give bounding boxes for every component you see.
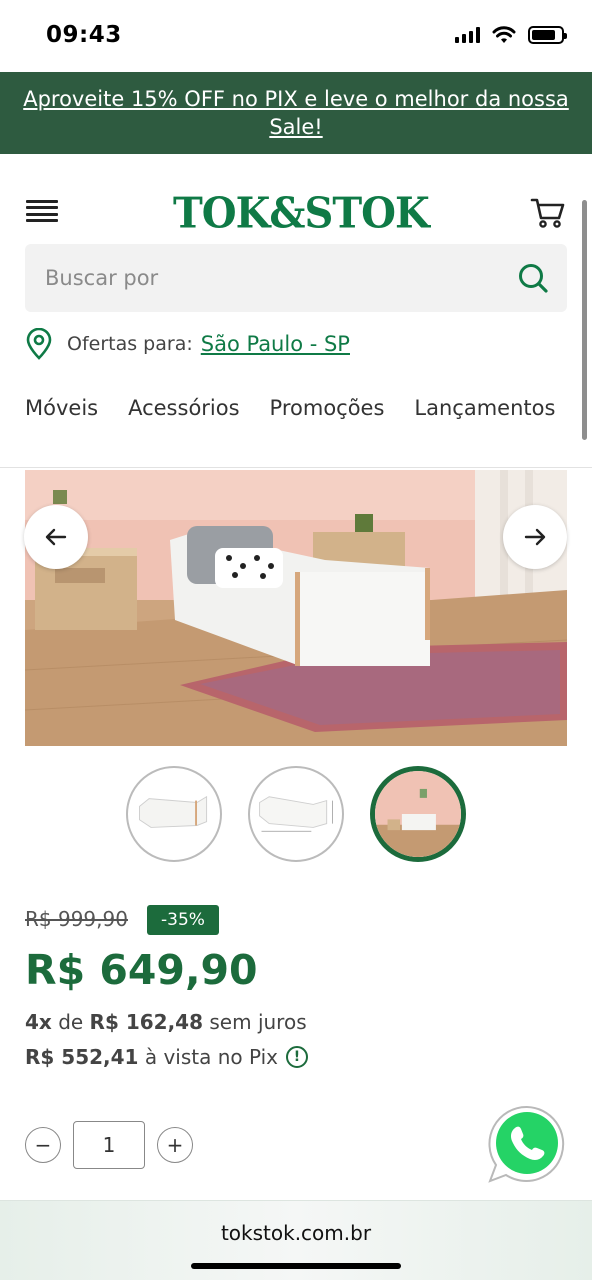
header-divider [0, 467, 592, 468]
home-indicator[interactable] [191, 1263, 401, 1269]
info-icon[interactable]: ! [286, 1046, 308, 1068]
installments-text: 4x de R$ 162,48 sem juros [25, 1010, 307, 1034]
nav-item-promocoes[interactable]: Promoções [270, 396, 385, 426]
decrease-quantity-button[interactable]: − [25, 1127, 61, 1163]
promo-banner[interactable]: Aproveite 15% OFF no PIX e leve o melhor… [0, 72, 592, 154]
discount-badge: -35% [147, 905, 219, 935]
arrow-left-icon [45, 528, 67, 546]
promo-link[interactable]: Aproveite 15% OFF no PIX e leve o melhor… [10, 85, 582, 141]
arrow-right-icon [524, 528, 546, 546]
installments-of: de [58, 1010, 84, 1034]
browser-address-bar: tokstok.com.br [0, 1200, 592, 1280]
thumbnail-1[interactable] [126, 766, 222, 862]
old-price: R$ 999,90 [25, 907, 128, 931]
quantity-stepper: − 1 + [25, 1121, 193, 1169]
gallery-next-button[interactable] [503, 505, 567, 569]
search-bar [25, 244, 567, 312]
nav-item-moveis[interactable]: Móveis [25, 396, 98, 426]
location-link[interactable]: São Paulo - SP [201, 332, 350, 356]
whatsapp-icon[interactable] [486, 1103, 568, 1185]
page-scrollbar[interactable] [582, 200, 587, 440]
location-label: Ofertas para: [67, 333, 193, 355]
installments-suffix: sem juros [209, 1010, 307, 1034]
installments-value: R$ 162,48 [89, 1010, 204, 1034]
tokstok-logo[interactable]: TOK&STOK [173, 189, 430, 238]
status-time: 09:43 [46, 22, 122, 48]
location-pin-icon [26, 328, 52, 360]
cart-icon[interactable] [530, 194, 566, 230]
cellular-signal-icon [455, 27, 480, 43]
quantity-input[interactable]: 1 [73, 1121, 145, 1169]
installments-count: 4x [25, 1010, 52, 1034]
url-text[interactable]: tokstok.com.br [0, 1221, 592, 1245]
nav-item-acessorios[interactable]: Acessórios [128, 396, 239, 426]
gallery-prev-button[interactable] [24, 505, 88, 569]
gallery-thumbnails [126, 766, 466, 862]
status-bar: 09:43 [0, 0, 592, 72]
category-nav: Móveis Acessórios Promoções Lançamentos [25, 396, 570, 426]
location-selector: Ofertas para: São Paulo - SP [25, 328, 350, 360]
battery-icon [528, 26, 567, 44]
product-image [25, 470, 567, 746]
nav-item-lancamentos[interactable]: Lançamentos [414, 396, 555, 426]
wifi-icon [492, 26, 516, 43]
status-icons [455, 26, 567, 44]
search-icon[interactable] [517, 262, 549, 294]
search-input[interactable] [25, 244, 567, 312]
hamburger-menu-icon[interactable] [26, 200, 58, 222]
pix-price-text: R$ 552,41 à vista no Pix ! [25, 1045, 308, 1069]
current-price: R$ 649,90 [25, 946, 258, 994]
pix-suffix: à vista no Pix [144, 1045, 278, 1069]
site-header: TOK&STOK Ofertas para: São Paulo - SP Mó… [0, 154, 592, 454]
thumbnail-2[interactable] [248, 766, 344, 862]
increase-quantity-button[interactable]: + [157, 1127, 193, 1163]
pix-value: R$ 552,41 [25, 1045, 139, 1069]
thumbnail-3[interactable] [370, 766, 466, 862]
